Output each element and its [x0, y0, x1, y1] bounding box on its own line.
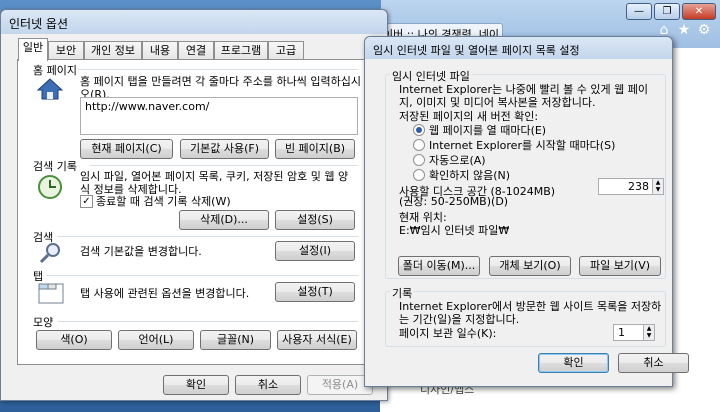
section-divider	[58, 236, 358, 237]
minimize-button[interactable]: —	[626, 3, 652, 20]
view-objects-button[interactable]: 개체 보기(O)	[489, 256, 571, 276]
radio-label: 확인하지 않음(N)	[429, 169, 511, 182]
radio-label: 웹 페이지를 열 때마다(E)	[429, 124, 547, 137]
tab-general[interactable]: 일반	[18, 38, 48, 61]
dialog-titlebar: 임시 인터넷 파일 및 열어본 페이지 목록 설정	[365, 37, 672, 59]
tabs-description: 탭 사용에 관련된 옵션을 변경합니다.	[80, 287, 250, 300]
current-location-label: 현재 위치:	[399, 211, 447, 224]
tab-security[interactable]: 보안	[48, 41, 84, 60]
search-description: 검색 기본값을 변경합니다.	[80, 245, 202, 258]
colors-button[interactable]: 색(O)	[36, 330, 112, 350]
history-settings-button[interactable]: 설정(S)	[275, 210, 355, 230]
search-settings-button[interactable]: 설정(I)	[275, 241, 355, 261]
radio-never[interactable]	[413, 169, 425, 181]
languages-button[interactable]: 언어(L)	[118, 330, 194, 350]
temp-cancel-button[interactable]: 취소	[618, 353, 689, 373]
view-files-button[interactable]: 파일 보기(V)	[579, 256, 661, 276]
tab-privacy[interactable]: 개인 정보	[84, 41, 142, 60]
temp-files-description: Internet Explorer는 나중에 빨리 볼 수 있게 웹 페이지, …	[399, 83, 649, 109]
history-group-label: 기록	[390, 285, 415, 301]
radio-every-start[interactable]	[413, 139, 425, 151]
radio-label: 자동으로(A)	[429, 154, 486, 167]
section-divider	[46, 275, 358, 276]
restore-button[interactable]: ❐	[654, 3, 680, 20]
delete-on-exit-checkbox[interactable]: ✓	[80, 195, 93, 208]
radio-label: Internet Explorer를 시작할 때마다(S)	[429, 139, 616, 152]
history-days-description: Internet Explorer에서 방문한 웹 사이트 목록을 저장하는 기…	[399, 300, 662, 326]
search-magnifier-icon	[39, 243, 60, 264]
section-divider	[78, 69, 358, 70]
temp-ok-button[interactable]: 확인	[538, 353, 609, 373]
history-days-spinner-arrows[interactable]: ▲ ▼	[643, 325, 654, 340]
use-blank-button[interactable]: 빈 페이지(B)	[275, 139, 355, 159]
browsing-history-heading: 검색 기록	[33, 160, 77, 173]
radio-automatic[interactable]	[413, 154, 425, 166]
dialog-titlebar: 인터넷 옵션	[1, 10, 387, 34]
radio-every-visit[interactable]	[413, 124, 425, 136]
delete-on-exit-label: 종료할 때 검색 기록 삭제(W)	[96, 195, 231, 208]
tabs-window-icon	[38, 283, 64, 304]
cancel-button[interactable]: 취소	[235, 375, 301, 395]
section-divider	[58, 321, 358, 322]
section-divider	[90, 165, 358, 166]
tab-content[interactable]: 내용	[142, 41, 178, 60]
temp-files-group-label: 임시 인터넷 파일	[390, 68, 472, 84]
dialog-title: 인터넷 옵션	[9, 17, 69, 31]
disk-space-hint: (권장: 50-250MB)(D)	[399, 195, 509, 208]
home-house-icon	[36, 78, 64, 100]
favorites-star-icon[interactable]: ★	[676, 22, 692, 38]
delete-history-button[interactable]: 삭제(D)...	[179, 210, 269, 230]
ok-button[interactable]: 확인	[163, 375, 229, 395]
history-clock-icon	[38, 175, 62, 199]
use-default-button[interactable]: 기본값 사용(F)	[180, 139, 269, 159]
tab-connections[interactable]: 연결	[178, 41, 214, 60]
disk-space-spinner-arrows[interactable]: ▲ ▼	[652, 179, 663, 194]
move-folder-button[interactable]: 폴더 이동(M)...	[398, 256, 480, 276]
current-location-value: E:₩임시 인터넷 파일₩	[399, 224, 510, 237]
tabs-settings-button[interactable]: 설정(T)	[275, 282, 355, 302]
accessibility-button[interactable]: 사용자 서식(E)	[277, 330, 357, 350]
close-button[interactable]: ✕	[682, 3, 716, 20]
check-newer-label: 저장된 페이지의 새 버전 확인:	[399, 110, 539, 123]
use-current-button[interactable]: 현재 페이지(C)	[80, 139, 173, 159]
tools-gear-icon[interactable]: ⚙	[696, 22, 712, 38]
home-page-heading: 홈 페이지	[33, 64, 77, 77]
history-days-label: 페이지 보관 일수(K):	[399, 327, 497, 340]
fonts-button[interactable]: 글꼴(N)	[200, 330, 271, 350]
appearance-heading: 모양	[33, 316, 54, 329]
tab-programs[interactable]: 프로그램	[214, 41, 268, 60]
tab-advanced[interactable]: 고급	[268, 41, 304, 60]
history-description: 임시 파일, 열어본 페이지 목록, 쿠키, 저장된 암호 및 웹 양식 정보를…	[80, 170, 349, 196]
dialog-title: 임시 인터넷 파일 및 열어본 페이지 목록 설정	[373, 44, 580, 57]
home-page-url-field[interactable]: http://www.naver.com/	[80, 97, 358, 135]
